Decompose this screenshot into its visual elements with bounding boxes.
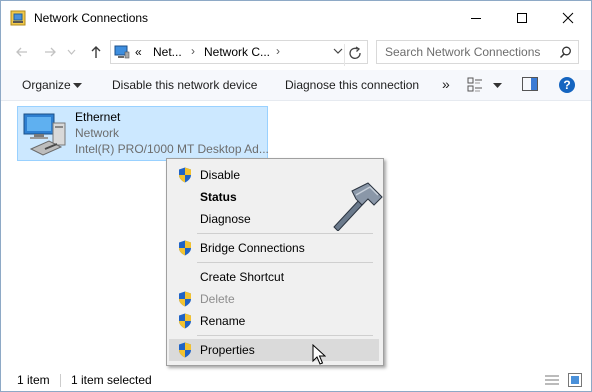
close-button[interactable] bbox=[545, 1, 591, 35]
menu-item-create-shortcut[interactable]: Create Shortcut bbox=[169, 266, 379, 288]
minimize-button[interactable] bbox=[453, 1, 499, 35]
item-description: Intel(R) PRO/1000 MT Desktop Ad... bbox=[75, 142, 269, 156]
dropdown-caret-icon bbox=[67, 49, 76, 55]
up-arrow-icon bbox=[91, 46, 101, 58]
network-connections-icon bbox=[10, 10, 26, 26]
ethernet-connection-item[interactable]: Ethernet Network Intel(R) PRO/1000 MT De… bbox=[17, 106, 269, 161]
dropdown-caret-icon bbox=[333, 48, 343, 54]
window: Network Connections « Net... › Network C… bbox=[0, 0, 592, 392]
item-name: Ethernet bbox=[75, 110, 121, 124]
svg-text:?: ? bbox=[563, 78, 570, 92]
disable-device-button[interactable]: Disable this network device bbox=[112, 78, 257, 92]
forward-icon bbox=[45, 47, 56, 57]
menu-item-delete[interactable]: Delete bbox=[169, 288, 379, 310]
navigation-bar: « Net... › Network C... › Search Network… bbox=[1, 37, 591, 67]
command-bar: Organize Disable this network device Dia… bbox=[1, 70, 591, 101]
menu-item-properties[interactable]: Properties bbox=[169, 339, 379, 361]
status-divider bbox=[60, 374, 61, 387]
uac-shield-icon bbox=[179, 313, 191, 329]
computer-icon bbox=[114, 44, 130, 63]
view-options-icon bbox=[467, 77, 482, 92]
dropdown-caret-icon bbox=[73, 83, 82, 88]
refresh-button[interactable] bbox=[344, 44, 367, 66]
more-commands-button[interactable]: » bbox=[442, 76, 450, 92]
up-button[interactable] bbox=[86, 42, 106, 62]
mouse-pointer-icon bbox=[312, 343, 327, 369]
search-box[interactable]: Search Network Connections bbox=[376, 40, 579, 64]
help-button[interactable]: ? bbox=[558, 76, 576, 97]
ethernet-adapter-icon bbox=[21, 111, 71, 160]
title-bar[interactable]: Network Connections bbox=[1, 1, 591, 35]
maximize-icon bbox=[517, 13, 527, 23]
search-icon bbox=[559, 46, 571, 59]
preview-pane-button[interactable] bbox=[522, 77, 538, 94]
search-input[interactable]: Search Network Connections bbox=[385, 45, 540, 59]
status-bar: 1 item 1 item selected bbox=[1, 369, 591, 391]
back-icon bbox=[16, 47, 27, 57]
uac-shield-icon bbox=[179, 342, 191, 358]
minimize-icon bbox=[471, 18, 481, 19]
recent-locations-button[interactable] bbox=[64, 42, 78, 62]
organize-button[interactable]: Organize bbox=[22, 78, 71, 92]
address-dropdown-button[interactable] bbox=[333, 45, 343, 60]
large-icons-view-icon bbox=[568, 373, 582, 387]
dropdown-caret-icon[interactable] bbox=[493, 83, 502, 89]
chevron-right-icon[interactable]: › bbox=[191, 44, 195, 58]
menu-item-bridge-connections[interactable]: Bridge Connections bbox=[169, 237, 379, 259]
menu-separator bbox=[197, 262, 373, 263]
window-title: Network Connections bbox=[34, 11, 149, 25]
back-button[interactable] bbox=[12, 42, 32, 62]
menu-separator bbox=[197, 335, 373, 336]
maximize-button[interactable] bbox=[499, 1, 545, 35]
diagnose-connection-button[interactable]: Diagnose this connection bbox=[285, 78, 419, 92]
preview-pane-icon bbox=[522, 77, 538, 91]
view-options-button[interactable] bbox=[467, 77, 483, 96]
chevron-right-icon[interactable]: › bbox=[276, 44, 280, 58]
breadcrumb-network-connections[interactable]: Network C... bbox=[204, 45, 270, 59]
hammer-logo-icon bbox=[330, 181, 384, 234]
help-icon: ? bbox=[559, 77, 575, 93]
breadcrumb-overflow[interactable]: « bbox=[135, 45, 142, 59]
forward-button[interactable] bbox=[40, 42, 60, 62]
close-icon bbox=[562, 12, 574, 24]
selected-count: 1 item selected bbox=[71, 373, 152, 387]
details-view-icon bbox=[545, 375, 559, 385]
uac-shield-icon bbox=[179, 167, 191, 183]
large-icons-view-button[interactable] bbox=[568, 373, 582, 390]
address-bar[interactable]: « Net... › Network C... › bbox=[110, 40, 368, 66]
refresh-icon bbox=[349, 46, 361, 59]
breadcrumb-net[interactable]: Net... bbox=[153, 45, 182, 59]
menu-item-rename[interactable]: Rename bbox=[169, 310, 379, 332]
item-count: 1 item bbox=[17, 373, 50, 387]
uac-shield-icon bbox=[179, 240, 191, 256]
details-view-button[interactable] bbox=[545, 374, 559, 389]
uac-shield-icon bbox=[179, 291, 191, 307]
item-type: Network bbox=[75, 126, 120, 140]
